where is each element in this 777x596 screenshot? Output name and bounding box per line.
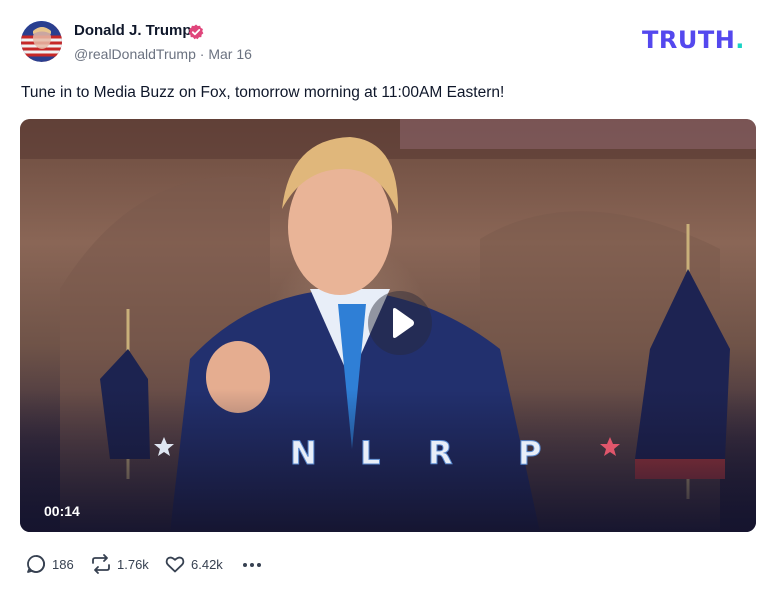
truth-logo[interactable]: TRUTH. [642, 26, 745, 54]
post-date[interactable]: Mar 16 [208, 46, 252, 62]
author-handle[interactable]: @realDonaldTrump [74, 46, 196, 62]
overlay-letter-p: P [518, 434, 541, 472]
reply-count: 186 [52, 557, 74, 572]
more-icon [243, 563, 261, 567]
meta-separator: · [199, 46, 205, 62]
overlay-letter-l: L [360, 434, 380, 472]
play-button[interactable] [368, 291, 432, 355]
overlay-letter-n: N [290, 434, 317, 472]
play-icon [393, 308, 414, 338]
verified-icon [188, 24, 204, 40]
logo-text: TRUTH [642, 26, 736, 54]
post-meta: @realDonaldTrump · Mar 16 [74, 46, 252, 62]
reply-button[interactable]: 186 [25, 553, 77, 577]
like-count: 6.42k [191, 557, 223, 572]
avatar[interactable] [21, 21, 62, 62]
retruth-count: 1.76k [117, 557, 149, 572]
video-player[interactable]: N L R P 00:14 [20, 119, 756, 532]
author-name[interactable]: Donald J. Trump [74, 22, 192, 39]
more-button[interactable] [240, 553, 264, 577]
video-duration: 00:14 [44, 503, 80, 519]
retruth-button[interactable]: 1.76k [90, 553, 152, 577]
like-button[interactable]: 6.42k [164, 553, 226, 577]
logo-dot: . [735, 26, 745, 54]
reply-icon [27, 555, 45, 573]
retruth-icon [92, 554, 110, 574]
like-icon [165, 556, 185, 573]
overlay-letter-r: R [428, 434, 453, 472]
post-text: Tune in to Media Buzz on Fox, tomorrow m… [21, 84, 505, 101]
